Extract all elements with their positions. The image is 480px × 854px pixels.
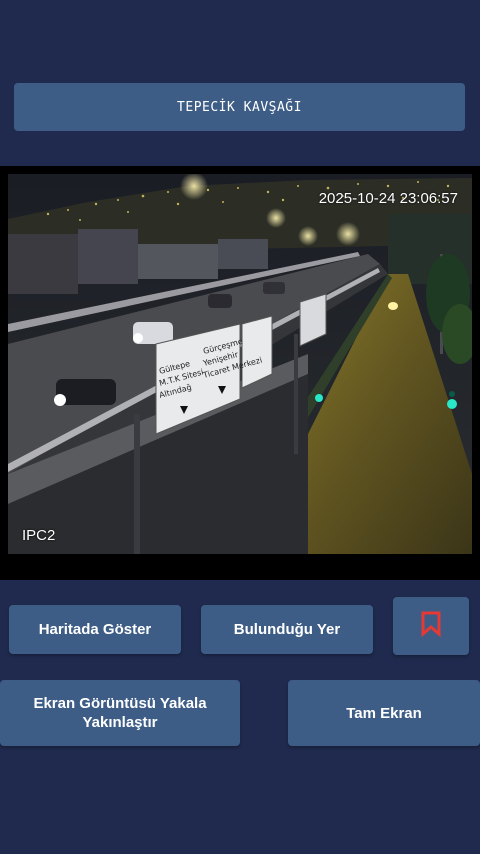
camera-id-label: IPC2 bbox=[22, 527, 56, 544]
location-label: Bulunduğu Yer bbox=[233, 621, 341, 638]
camera-feed[interactable]: Gültepe M.T.K Sitesi Altındağ Gürçeşme Y… bbox=[8, 174, 472, 554]
bookmark-button[interactable] bbox=[393, 597, 469, 655]
fullscreen-label: Tam Ekran bbox=[346, 704, 422, 722]
camera-timestamp: 2025-10-24 23:06:57 bbox=[318, 190, 458, 207]
camera-scene: Gültepe M.T.K Sitesi Altındağ Gürçeşme Y… bbox=[8, 174, 472, 554]
camera-title: TEPECİK KAVŞAĞI bbox=[14, 83, 465, 131]
capture-label-line2: Yakınlaştır bbox=[82, 714, 158, 731]
camera-title-text: TEPECİK KAVŞAĞI bbox=[177, 99, 302, 115]
show-on-map-button[interactable]: Haritada Göster bbox=[9, 605, 181, 654]
capture-label-line1: Ekran Görüntüsü Yakala bbox=[33, 695, 207, 712]
camera-frame: Gültepe M.T.K Sitesi Altındağ Gürçeşme Y… bbox=[0, 166, 480, 580]
bookmark-icon bbox=[420, 611, 442, 641]
fullscreen-button[interactable]: Tam Ekran bbox=[288, 680, 480, 746]
capture-zoom-button[interactable]: Ekran Görüntüsü Yakala Yakınlaştır bbox=[0, 680, 240, 746]
show-on-map-label: Haritada Göster bbox=[38, 621, 152, 638]
capture-zoom-label: Ekran Görüntüsü Yakala Yakınlaştır bbox=[33, 694, 206, 732]
location-button[interactable]: Bulunduğu Yer bbox=[201, 605, 373, 654]
